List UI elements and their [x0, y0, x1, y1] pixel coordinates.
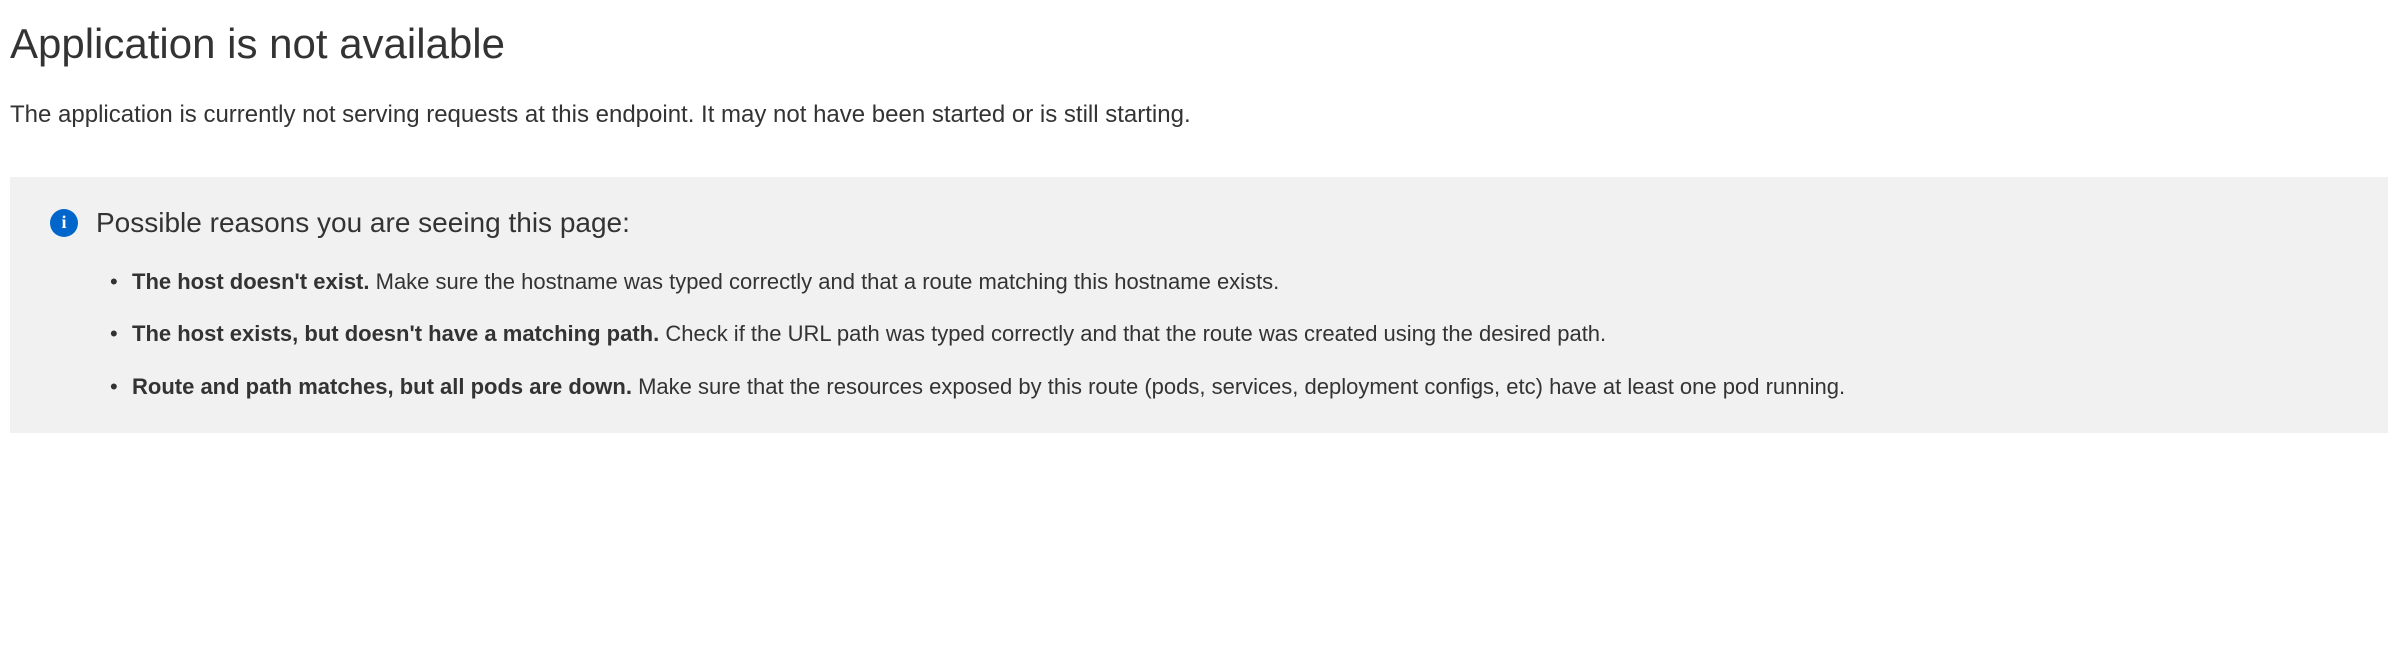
- reason-bold: The host doesn't exist.: [132, 269, 370, 294]
- page-title: Application is not available: [10, 20, 2388, 68]
- list-item: The host doesn't exist. Make sure the ho…: [110, 267, 2348, 298]
- info-header: i Possible reasons you are seeing this p…: [50, 207, 2348, 239]
- reasons-list: The host doesn't exist. Make sure the ho…: [50, 267, 2348, 403]
- error-description: The application is currently not serving…: [10, 98, 2388, 132]
- reason-bold: Route and path matches, but all pods are…: [132, 374, 632, 399]
- list-item: The host exists, but doesn't have a matc…: [110, 319, 2348, 350]
- info-title: Possible reasons you are seeing this pag…: [96, 207, 630, 239]
- reason-text: Check if the URL path was typed correctl…: [659, 321, 1606, 346]
- info-icon: i: [50, 209, 78, 237]
- info-box: i Possible reasons you are seeing this p…: [10, 177, 2388, 433]
- reason-text: Make sure that the resources exposed by …: [632, 374, 1845, 399]
- info-icon-glyph: i: [61, 212, 66, 233]
- list-item: Route and path matches, but all pods are…: [110, 372, 2348, 403]
- reason-bold: The host exists, but doesn't have a matc…: [132, 321, 659, 346]
- reason-text: Make sure the hostname was typed correct…: [370, 269, 1280, 294]
